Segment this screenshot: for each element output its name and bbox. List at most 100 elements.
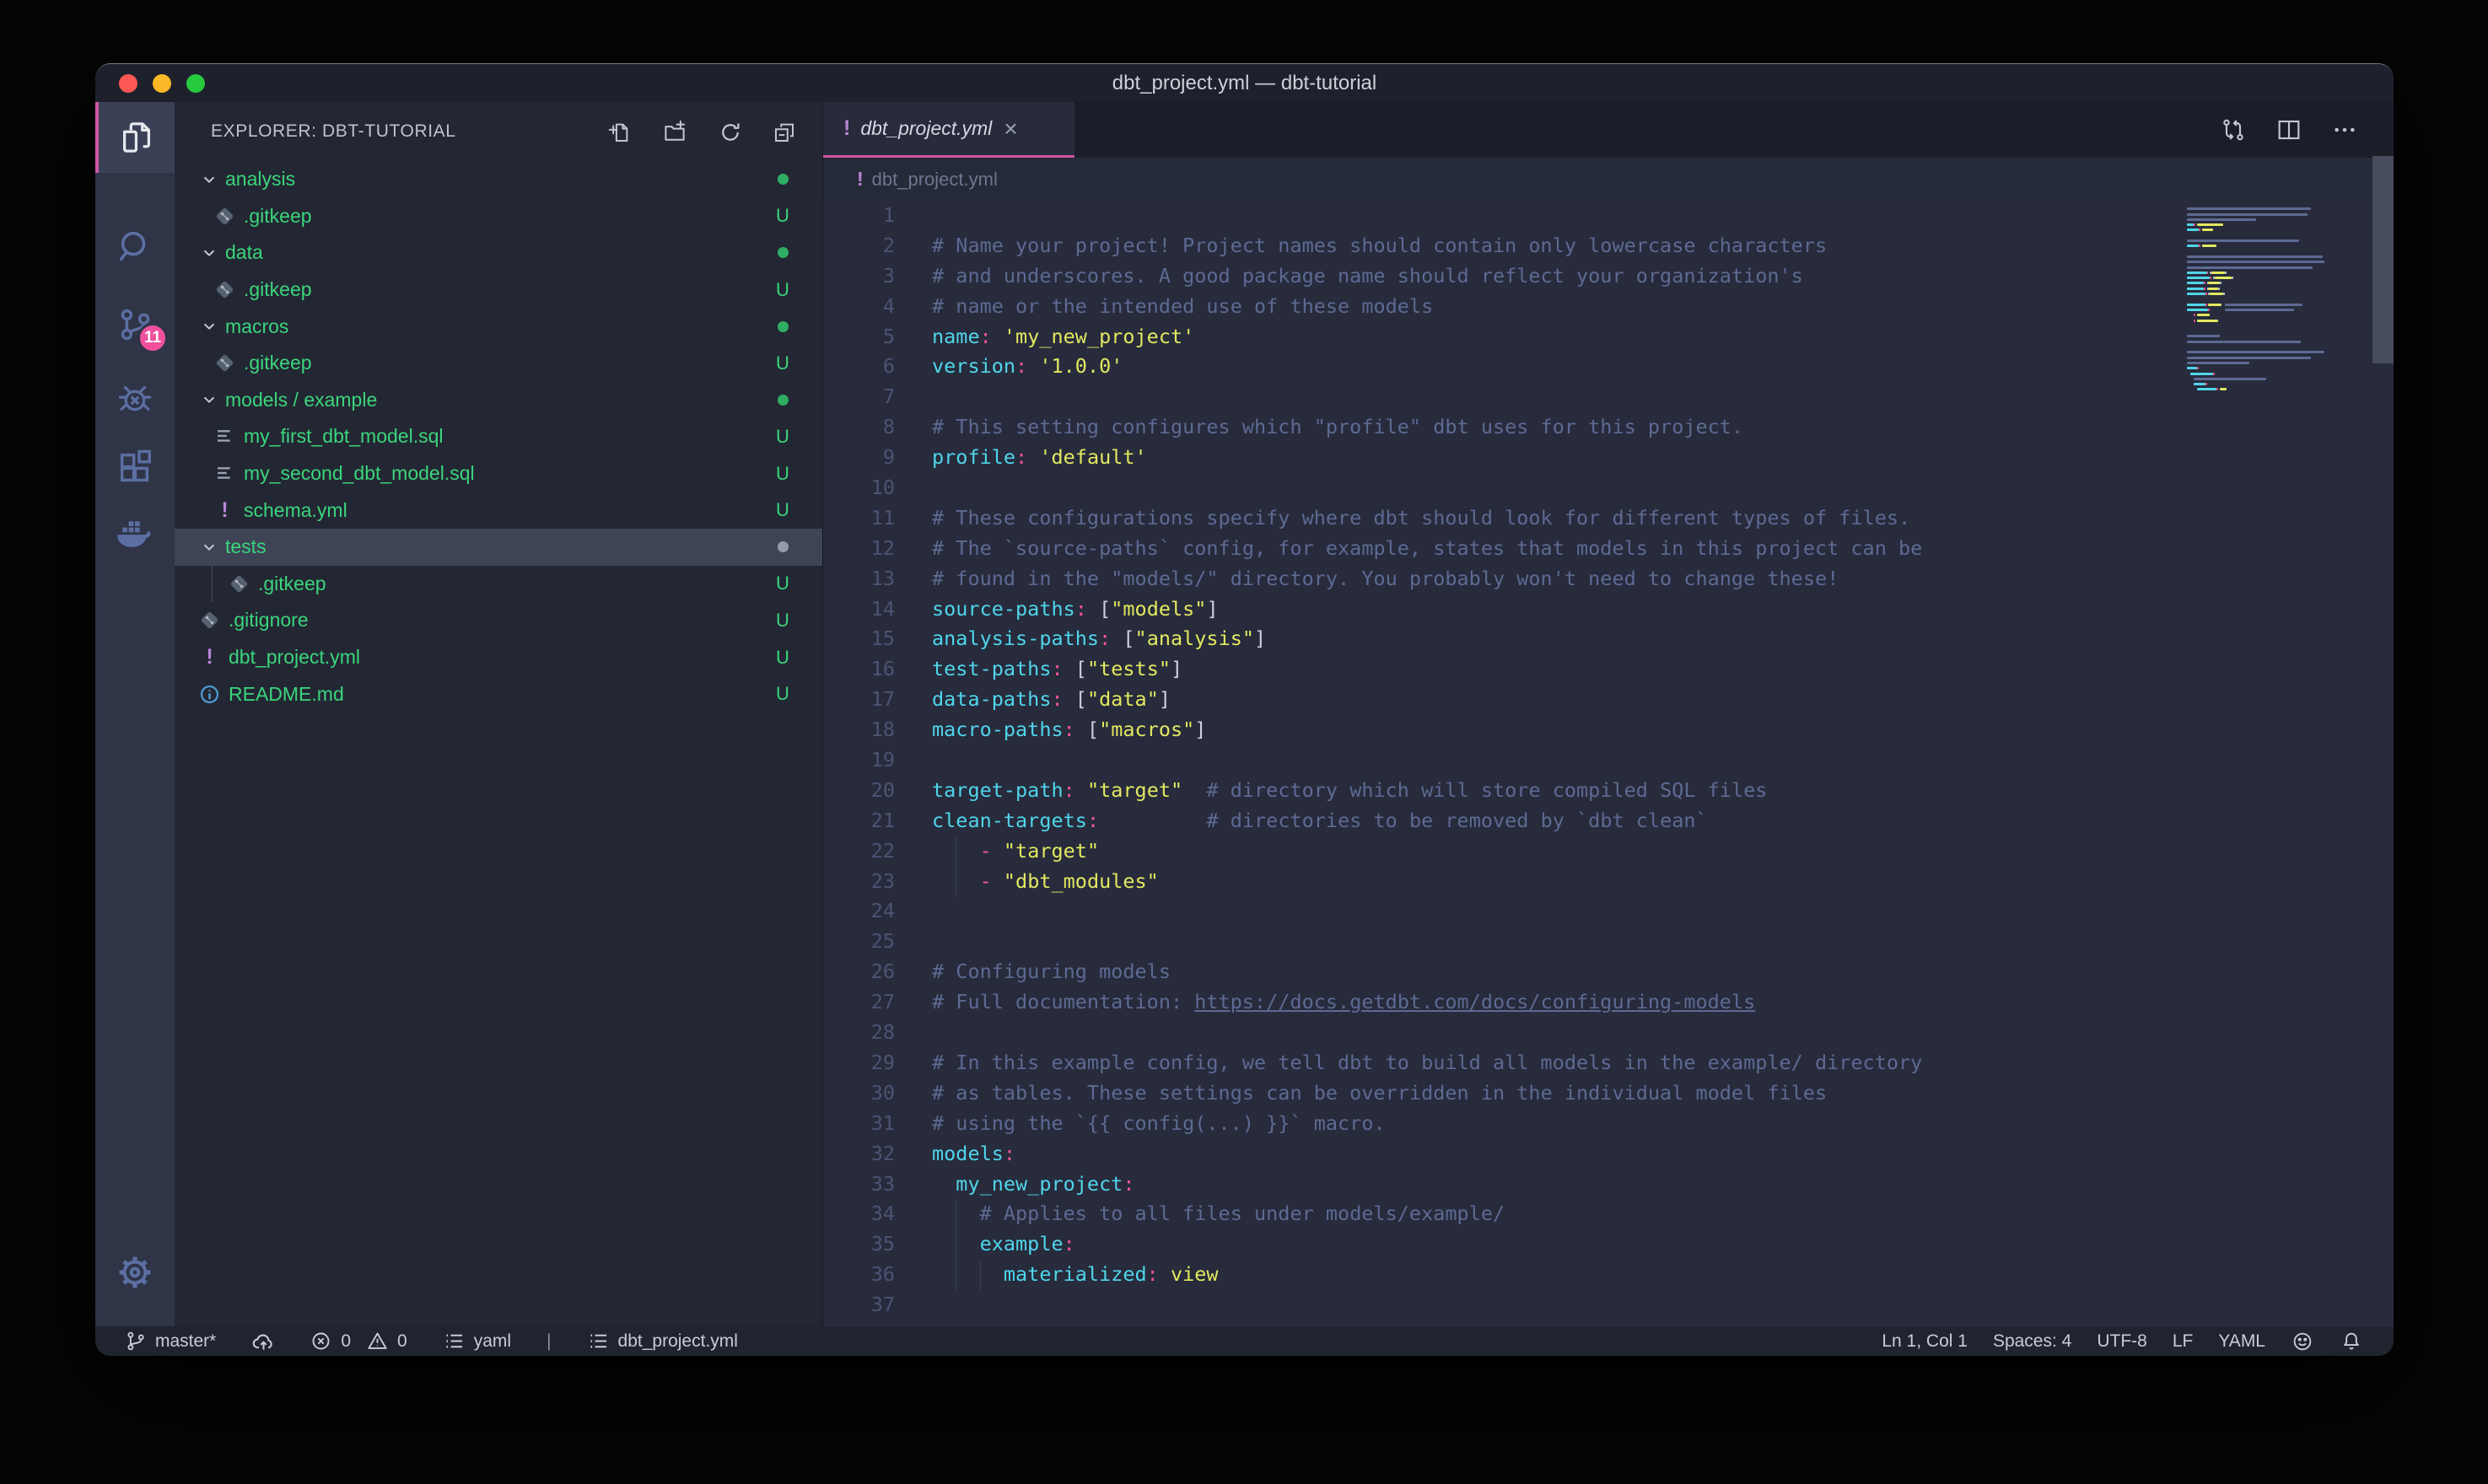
language-mode[interactable]: YAML bbox=[2218, 1331, 2265, 1352]
code-line-2[interactable]: 2# Name your project! Project names shou… bbox=[823, 231, 2394, 261]
tree-item-label: .gitkeep bbox=[244, 278, 765, 301]
refresh-icon[interactable] bbox=[717, 119, 744, 146]
line-number: 2 bbox=[823, 231, 895, 261]
new-file-icon[interactable] bbox=[606, 119, 633, 146]
tree-folder-models-example[interactable]: models / example bbox=[175, 382, 822, 419]
code-line-25[interactable]: 25 bbox=[823, 927, 2394, 957]
code-line-14[interactable]: 14source-paths: ["models"] bbox=[823, 594, 2394, 625]
code-line-6[interactable]: 6version: '1.0.0' bbox=[823, 352, 2394, 382]
error-icon bbox=[310, 1330, 332, 1352]
tree-folder-tests[interactable]: tests bbox=[175, 529, 822, 566]
code-line-4[interactable]: 4# name or the intended use of these mod… bbox=[823, 292, 2394, 322]
new-folder-icon[interactable] bbox=[661, 119, 688, 146]
tree-file--gitignore[interactable]: .gitignoreU bbox=[175, 602, 822, 639]
tree-folder-data[interactable]: data bbox=[175, 234, 822, 272]
code-line-16[interactable]: 16test-paths: ["tests"] bbox=[823, 654, 2394, 685]
code-line-content: # This setting configures which "profile… bbox=[895, 412, 1743, 443]
sync-status[interactable] bbox=[251, 1330, 274, 1352]
search-icon bbox=[116, 228, 154, 266]
tree-folder-analysis[interactable]: analysis bbox=[175, 161, 822, 198]
code-line-21[interactable]: 21clean-targets: # directories to be rem… bbox=[823, 806, 2394, 836]
code-editor[interactable]: 12# Name your project! Project names sho… bbox=[823, 201, 2394, 1326]
tree-file-dbt-project-yml[interactable]: !dbt_project.ymlU bbox=[175, 639, 822, 676]
title-bar[interactable]: dbt_project.yml — dbt-tutorial bbox=[95, 64, 2394, 102]
code-line-11[interactable]: 11# These configurations specify where d… bbox=[823, 503, 2394, 534]
git-branch-status[interactable]: master* bbox=[124, 1330, 216, 1352]
tree-file--gitkeep[interactable]: .gitkeepU bbox=[175, 272, 822, 309]
editor-scrollbar[interactable] bbox=[2372, 156, 2394, 363]
code-line-10[interactable]: 10 bbox=[823, 473, 2394, 503]
code-line-28[interactable]: 28 bbox=[823, 1018, 2394, 1048]
split-editor-icon[interactable] bbox=[2275, 116, 2302, 143]
code-line-17[interactable]: 17data-paths: ["data"] bbox=[823, 685, 2394, 715]
tree-file-my-first-dbt-model-sql[interactable]: my_first_dbt_model.sqlU bbox=[175, 418, 822, 455]
code-line-23[interactable]: 23 - "dbt_modules" bbox=[823, 867, 2394, 897]
window-title: dbt_project.yml — dbt-tutorial bbox=[95, 64, 2394, 102]
eol-setting[interactable]: LF bbox=[2173, 1331, 2194, 1352]
code-line-1[interactable]: 1 bbox=[823, 201, 2394, 231]
code-line-5[interactable]: 5name: 'my_new_project' bbox=[823, 322, 2394, 352]
code-line-34[interactable]: 34 # Applies to all files under models/e… bbox=[823, 1199, 2394, 1229]
open-changes-icon[interactable] bbox=[2220, 116, 2247, 143]
tree-file--gitkeep[interactable]: .gitkeepU bbox=[175, 198, 822, 235]
line-number: 15 bbox=[823, 624, 895, 654]
code-line-30[interactable]: 30# as tables. These settings can be ove… bbox=[823, 1078, 2394, 1109]
code-line-3[interactable]: 3# and underscores. A good package name … bbox=[823, 261, 2394, 292]
tree-file-readme-md[interactable]: README.mdU bbox=[175, 675, 822, 712]
linter-file-status[interactable]: dbt_project.yml bbox=[587, 1330, 738, 1352]
activity-explorer-button[interactable] bbox=[95, 102, 175, 173]
linter-yaml-status[interactable]: yaml bbox=[443, 1330, 511, 1352]
tree-file-schema-yml[interactable]: !schema.ymlU bbox=[175, 492, 822, 529]
git-untracked-badge: U bbox=[776, 426, 789, 448]
activity-extensions-button[interactable] bbox=[95, 433, 175, 503]
code-line-8[interactable]: 8# This setting configures which "profil… bbox=[823, 412, 2394, 443]
indentation-setting[interactable]: Spaces: 4 bbox=[1993, 1331, 2071, 1352]
code-line-37[interactable]: 37 bbox=[823, 1290, 2394, 1320]
breadcrumb-file[interactable]: dbt_project.yml bbox=[872, 169, 998, 191]
encoding-setting[interactable]: UTF-8 bbox=[2097, 1331, 2147, 1352]
code-line-19[interactable]: 19 bbox=[823, 745, 2394, 776]
code-line-24[interactable]: 24 bbox=[823, 896, 2394, 927]
close-tab-icon[interactable]: × bbox=[1004, 117, 1017, 141]
tree-file--gitkeep[interactable]: .gitkeepU bbox=[175, 566, 822, 603]
error-count: 0 bbox=[341, 1331, 351, 1352]
minimap[interactable] bbox=[2187, 201, 2330, 397]
line-number: 12 bbox=[823, 534, 895, 564]
code-line-26[interactable]: 26# Configuring models bbox=[823, 957, 2394, 987]
code-line-31[interactable]: 31# using the `{{ config(...) }}` macro. bbox=[823, 1109, 2394, 1139]
code-line-27[interactable]: 27# Full documentation: https://docs.get… bbox=[823, 987, 2394, 1018]
tree-item-label: dbt_project.yml bbox=[229, 646, 765, 669]
activity-debug-button[interactable] bbox=[95, 363, 175, 434]
code-line-22[interactable]: 22 - "target" bbox=[823, 836, 2394, 867]
feedback-smiley-icon[interactable] bbox=[2291, 1330, 2314, 1353]
activity-settings-button[interactable] bbox=[95, 1237, 175, 1308]
code-line-13[interactable]: 13# found in the "models/" directory. Yo… bbox=[823, 564, 2394, 594]
code-line-36[interactable]: 36 materialized: view bbox=[823, 1260, 2394, 1290]
code-line-7[interactable]: 7 bbox=[823, 382, 2394, 412]
activity-search-button[interactable] bbox=[95, 212, 175, 282]
code-line-20[interactable]: 20target-path: "target" # directory whic… bbox=[823, 776, 2394, 806]
code-line-15[interactable]: 15analysis-paths: ["analysis"] bbox=[823, 624, 2394, 654]
activity-docker-button[interactable] bbox=[95, 498, 175, 569]
code-line-18[interactable]: 18macro-paths: ["macros"] bbox=[823, 715, 2394, 745]
tree-folder-macros[interactable]: macros bbox=[175, 308, 822, 345]
activity-source-control-button[interactable]: 11 bbox=[95, 289, 175, 360]
breadcrumb[interactable]: ! dbt_project.yml bbox=[823, 158, 2394, 201]
tree-file-my-second-dbt-model-sql[interactable]: my_second_dbt_model.sqlU bbox=[175, 455, 822, 492]
problems-status[interactable]: 0 0 bbox=[310, 1330, 407, 1352]
cursor-position[interactable]: Ln 1, Col 1 bbox=[1882, 1331, 1968, 1352]
tree-file--gitkeep[interactable]: .gitkeepU bbox=[175, 345, 822, 382]
git-file-icon bbox=[213, 278, 236, 301]
code-line-32[interactable]: 32models: bbox=[823, 1139, 2394, 1169]
collapse-all-icon[interactable] bbox=[771, 119, 798, 146]
code-line-35[interactable]: 35 example: bbox=[823, 1229, 2394, 1260]
code-line-29[interactable]: 29# In this example config, we tell dbt … bbox=[823, 1048, 2394, 1078]
notifications-bell-icon[interactable] bbox=[2340, 1330, 2363, 1353]
code-line-9[interactable]: 9profile: 'default' bbox=[823, 443, 2394, 473]
tab-dbt-project-yml[interactable]: ! dbt_project.yml × bbox=[823, 102, 1074, 158]
code-line-12[interactable]: 12# The `source-paths` config, for examp… bbox=[823, 534, 2394, 564]
line-number: 10 bbox=[823, 473, 895, 503]
code-line-33[interactable]: 33 my_new_project: bbox=[823, 1169, 2394, 1200]
sql-file-icon bbox=[213, 462, 236, 485]
more-actions-icon[interactable] bbox=[2331, 116, 2358, 143]
